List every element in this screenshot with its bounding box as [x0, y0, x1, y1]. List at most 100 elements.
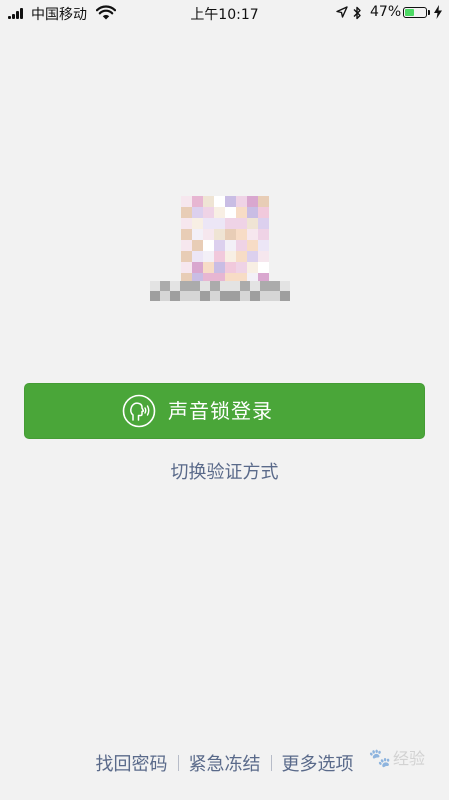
username-pixel	[200, 291, 210, 301]
username-pixel	[230, 281, 240, 291]
avatar-pixel	[247, 229, 258, 240]
voice-lock-icon	[122, 394, 156, 428]
avatar-pixel	[225, 196, 236, 207]
switch-verification-link[interactable]: 切换验证方式	[0, 458, 449, 484]
username-pixel	[240, 291, 250, 301]
more-options-link[interactable]: 更多选项	[282, 750, 354, 776]
avatar-pixel	[203, 196, 214, 207]
avatar-pixel	[225, 229, 236, 240]
divider	[270, 755, 272, 771]
username-pixel	[280, 291, 290, 301]
username-pixel	[230, 291, 240, 301]
avatar-pixel	[192, 262, 203, 273]
username-pixel	[170, 291, 180, 301]
divider	[177, 755, 179, 771]
avatar-pixel	[236, 207, 247, 218]
avatar-pixel	[203, 262, 214, 273]
avatar-pixel	[203, 229, 214, 240]
avatar-pixel	[236, 251, 247, 262]
bluetooth-icon	[353, 6, 361, 20]
username-pixel	[240, 281, 250, 291]
username-pixel	[250, 281, 260, 291]
location-icon	[336, 6, 348, 18]
avatar-pixel	[225, 262, 236, 273]
username-pixelated	[150, 281, 290, 301]
status-bar: 中国移动 上午10:17 47%	[0, 0, 449, 28]
avatar-pixel	[214, 229, 225, 240]
voice-lock-login-button[interactable]: 声音锁登录	[24, 383, 425, 439]
avatar-pixel	[203, 207, 214, 218]
watermark: 🐾 经验	[369, 745, 425, 769]
avatar-pixel	[192, 251, 203, 262]
username-pixel	[180, 281, 190, 291]
charging-icon	[434, 5, 442, 19]
avatar-pixel	[225, 240, 236, 251]
avatar-pixel	[225, 251, 236, 262]
avatar-pixel	[214, 218, 225, 229]
username-pixel	[180, 291, 190, 301]
avatar-pixel	[192, 196, 203, 207]
avatar-pixel	[258, 218, 269, 229]
avatar-pixel	[203, 218, 214, 229]
avatar-pixel	[192, 207, 203, 218]
battery-level	[405, 9, 414, 16]
username-pixel	[250, 291, 260, 301]
avatar-pixel	[236, 218, 247, 229]
battery-percent: 47%	[370, 4, 402, 20]
avatar-pixel	[181, 251, 192, 262]
emergency-freeze-link[interactable]: 紧急冻结	[189, 750, 261, 776]
username-pixel	[220, 291, 230, 301]
username-pixel	[190, 281, 200, 291]
avatar-pixel	[192, 229, 203, 240]
voice-lock-login-label: 声音锁登录	[168, 399, 273, 423]
username-pixel	[260, 291, 270, 301]
avatar-pixel	[247, 207, 258, 218]
avatar-pixel	[181, 240, 192, 251]
username-pixel	[160, 291, 170, 301]
avatar-pixel	[181, 229, 192, 240]
avatar-pixel	[203, 240, 214, 251]
username-pixel	[220, 281, 230, 291]
avatar-pixel	[214, 196, 225, 207]
username-pixel	[260, 281, 270, 291]
avatar-pixel	[247, 196, 258, 207]
username-pixel	[270, 281, 280, 291]
username-pixel	[170, 281, 180, 291]
username-pixel	[200, 281, 210, 291]
avatar-pixel	[258, 262, 269, 273]
avatar-pixel	[225, 207, 236, 218]
battery-icon	[403, 7, 427, 18]
avatar-pixel	[258, 240, 269, 251]
username-pixel	[210, 291, 220, 301]
forgot-password-link[interactable]: 找回密码	[96, 750, 168, 776]
username-pixel	[150, 291, 160, 301]
avatar-pixel	[181, 262, 192, 273]
username-pixel	[150, 281, 160, 291]
watermark-text: 经验	[392, 749, 425, 768]
avatar-pixel	[247, 251, 258, 262]
avatar-pixel	[247, 262, 258, 273]
avatar	[181, 196, 269, 284]
avatar-pixel	[236, 262, 247, 273]
username-pixel	[190, 291, 200, 301]
avatar-pixel	[181, 218, 192, 229]
username-pixel	[160, 281, 170, 291]
avatar-pixel	[214, 262, 225, 273]
avatar-pixel	[214, 207, 225, 218]
avatar-pixel	[236, 240, 247, 251]
avatar-pixel	[203, 251, 214, 262]
avatar-pixel	[247, 240, 258, 251]
avatar-pixel	[192, 218, 203, 229]
battery-cap	[428, 10, 430, 15]
paw-icon: 🐾	[368, 748, 391, 769]
avatar-pixel	[181, 207, 192, 218]
avatar-pixel	[258, 196, 269, 207]
avatar-pixel	[258, 207, 269, 218]
avatar-pixel	[258, 229, 269, 240]
avatar-pixel	[258, 251, 269, 262]
avatar-pixel	[247, 218, 258, 229]
avatar-pixel	[236, 229, 247, 240]
avatar-pixel	[181, 196, 192, 207]
avatar-pixel	[214, 240, 225, 251]
username-pixel	[280, 281, 290, 291]
